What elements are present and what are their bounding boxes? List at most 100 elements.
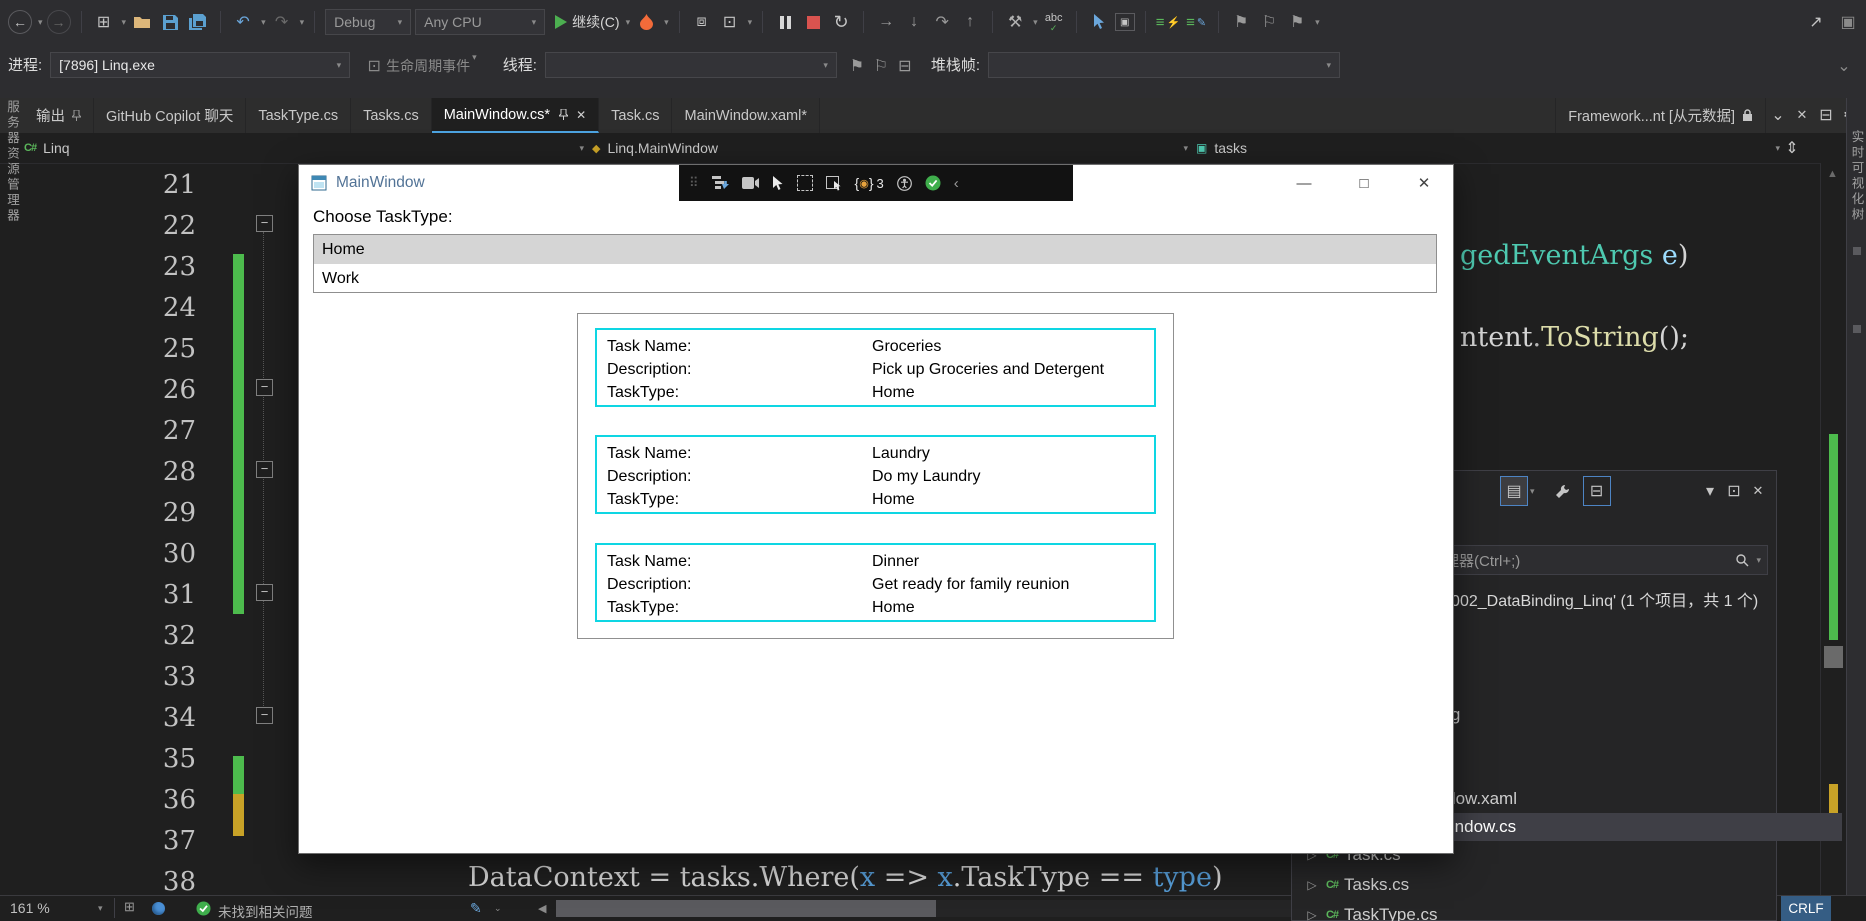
new-window-dropdown-icon[interactable]: ▾: [122, 17, 127, 28]
panel-position-dropdown-icon[interactable]: ▾: [1698, 477, 1722, 505]
tree-item-tasktype-cs[interactable]: ▷ C# TaskType.cs: [1292, 901, 1788, 921]
tab-framework-metadata[interactable]: Framework...nt [从元数据]: [1555, 98, 1766, 133]
restart-icon[interactable]: ↻: [829, 8, 853, 36]
horizontal-scrollbar[interactable]: [556, 900, 1291, 917]
tab-list-dropdown-icon[interactable]: ⌄: [1766, 98, 1790, 132]
health-check-icon[interactable]: [196, 901, 211, 916]
hot-reload-dropdown-icon[interactable]: ▾: [664, 17, 669, 28]
navigate-forward-icon[interactable]: →: [46, 10, 71, 34]
platform-combo[interactable]: Any CPU ▾: [415, 9, 546, 35]
breadcrumb-member[interactable]: ▣ tasks ▾: [1188, 140, 1780, 156]
fold-marker[interactable]: −: [256, 379, 273, 396]
properties-wrench-icon[interactable]: [1551, 477, 1575, 505]
zoom-level[interactable]: 161 %: [10, 900, 50, 916]
maximize-button[interactable]: □: [1341, 166, 1387, 200]
spell-check-icon[interactable]: abc ✓: [1042, 8, 1066, 36]
stop-debugging-icon[interactable]: [801, 8, 825, 36]
step-into-icon[interactable]: ↓: [902, 8, 926, 36]
bookmark-next-icon[interactable]: ⚑: [1285, 8, 1309, 36]
listbox-item-work[interactable]: Work: [314, 264, 1436, 293]
live-visual-tree-vertical-tab[interactable]: 实时可视化树: [1848, 130, 1866, 223]
show-layout-adorners-icon[interactable]: ▣: [1114, 13, 1135, 31]
step-out-icon[interactable]: ↑: [958, 8, 982, 36]
listbox-item-home[interactable]: Home: [314, 235, 1436, 264]
continue-button[interactable]: 继续(C): [555, 8, 620, 36]
scrollbar-thumb[interactable]: [1824, 646, 1843, 668]
process-combo[interactable]: [7896] Linq.exe ▾: [50, 52, 351, 78]
lifecycle-events-label[interactable]: 生命周期事件: [386, 52, 470, 80]
panel-restore-icon[interactable]: ⊡: [1722, 477, 1746, 505]
undo-icon[interactable]: ↶: [231, 8, 255, 36]
panel-close-icon[interactable]: ✕: [1746, 477, 1770, 505]
lifecycle-events-icon[interactable]: ⊡: [362, 52, 386, 80]
split-view-icon[interactable]: ⊞: [124, 899, 135, 915]
toolbar-overflow-icon[interactable]: ▣: [1836, 8, 1860, 36]
undo-dropdown-icon[interactable]: ▾: [261, 17, 266, 28]
navigate-back-dropdown-icon[interactable]: ▾: [38, 17, 43, 28]
redo-dropdown-icon[interactable]: ▾: [300, 17, 305, 28]
xaml-live-preview-icon[interactable]: ≡ ✎: [1184, 8, 1208, 36]
configuration-combo[interactable]: Debug ▾: [325, 9, 412, 35]
fold-marker[interactable]: −: [256, 461, 273, 478]
show-flagged-only-icon[interactable]: ⊟: [893, 52, 917, 80]
tree-item-tasks-cs[interactable]: ▷ C# Tasks.cs: [1292, 871, 1788, 899]
tab-tasks-cs[interactable]: Tasks.cs: [351, 98, 432, 133]
device-preview-icon[interactable]: ⊡: [718, 8, 742, 36]
search-icon[interactable]: [1730, 546, 1754, 574]
continue-dropdown-icon[interactable]: ▾: [626, 17, 631, 28]
tab-output[interactable]: 输出: [24, 98, 94, 133]
tab-tasktype-cs[interactable]: TaskType.cs: [246, 98, 352, 133]
navigate-back-icon[interactable]: ←: [8, 10, 32, 34]
bookmark-dropdown-icon[interactable]: ▾: [1315, 17, 1320, 28]
tab-mainwindow-cs[interactable]: MainWindow.cs* ✕: [431, 98, 600, 133]
show-next-statement-icon[interactable]: →: [874, 8, 898, 36]
send-feedback-icon[interactable]: ↗: [1804, 8, 1828, 36]
pending-changes-filter-icon[interactable]: ▤: [1500, 476, 1528, 506]
breadcrumb-class[interactable]: ◆ Linq.MainWindow ▾: [584, 140, 1188, 156]
zoom-dropdown-icon[interactable]: ▾: [98, 903, 103, 914]
select-element-icon[interactable]: [1087, 8, 1111, 36]
stack-frame-combo[interactable]: ▾: [988, 52, 1341, 78]
editing-pen-icon[interactable]: ✎: [470, 900, 482, 917]
close-button[interactable]: ✕: [1401, 166, 1447, 200]
filter-dropdown-icon[interactable]: ▾: [1530, 486, 1535, 497]
thread-combo[interactable]: ▾: [544, 52, 837, 78]
bookmark-icon[interactable]: ⚑: [1229, 8, 1253, 36]
save-icon[interactable]: [158, 8, 182, 36]
flag-threads-icon[interactable]: ⚑: [845, 52, 869, 80]
code-cleanup-dropdown-icon[interactable]: ▾: [1033, 17, 1038, 28]
horizontal-scrollbar-thumb[interactable]: [556, 900, 936, 917]
close-document-icon[interactable]: ✕: [1790, 98, 1814, 132]
unflag-threads-icon[interactable]: ⚐: [869, 52, 893, 80]
close-tab-icon[interactable]: ✕: [576, 108, 586, 122]
xaml-hot-reload-icon[interactable]: ≡ ⚡: [1156, 8, 1180, 36]
new-window-icon[interactable]: ⊞: [92, 8, 116, 36]
track-focused-element-icon[interactable]: [825, 175, 842, 191]
break-all-icon[interactable]: [773, 8, 797, 36]
pen-dropdown-icon[interactable]: ⌄: [494, 903, 502, 914]
fold-marker[interactable]: −: [256, 707, 273, 724]
fold-marker[interactable]: −: [256, 584, 273, 601]
tab-task-cs[interactable]: Task.cs: [599, 98, 673, 133]
tab-mainwindow-xaml[interactable]: MainWindow.xaml*: [672, 98, 820, 133]
preview-selected-icon[interactable]: ⊟: [1582, 476, 1611, 506]
minimize-button[interactable]: —: [1281, 166, 1327, 200]
lifecycle-dropdown-icon[interactable]: ▾: [472, 52, 477, 63]
fold-marker[interactable]: −: [256, 215, 273, 232]
xaml-binding-failures-icon[interactable]: {◉} 3: [855, 175, 884, 191]
redo-icon[interactable]: ↷: [270, 8, 294, 36]
scroll-left-icon[interactable]: ◀: [538, 902, 546, 915]
editor-vertical-scrollbar[interactable]: ▲: [1820, 163, 1847, 895]
split-window-icon[interactable]: ⇕: [1780, 134, 1804, 162]
show-source-camera-icon[interactable]: [741, 177, 759, 189]
hot-reload-ok-icon[interactable]: [925, 175, 941, 191]
line-ending-indicator[interactable]: CRLF: [1781, 896, 1831, 921]
select-element-cursor-icon[interactable]: [772, 175, 784, 191]
tab-copilot-chat[interactable]: GitHub Copilot 聊天: [94, 98, 247, 133]
code-cleanup-icon[interactable]: ⚒: [1003, 8, 1027, 36]
bookmark-prev-icon[interactable]: ⚐: [1257, 8, 1281, 36]
step-over-icon[interactable]: ↷: [930, 8, 954, 36]
deploy-icon[interactable]: ⧈: [690, 8, 714, 36]
breadcrumb-project[interactable]: C# Linq ▾: [0, 140, 584, 156]
drag-handle-icon[interactable]: ⠿: [689, 175, 699, 191]
